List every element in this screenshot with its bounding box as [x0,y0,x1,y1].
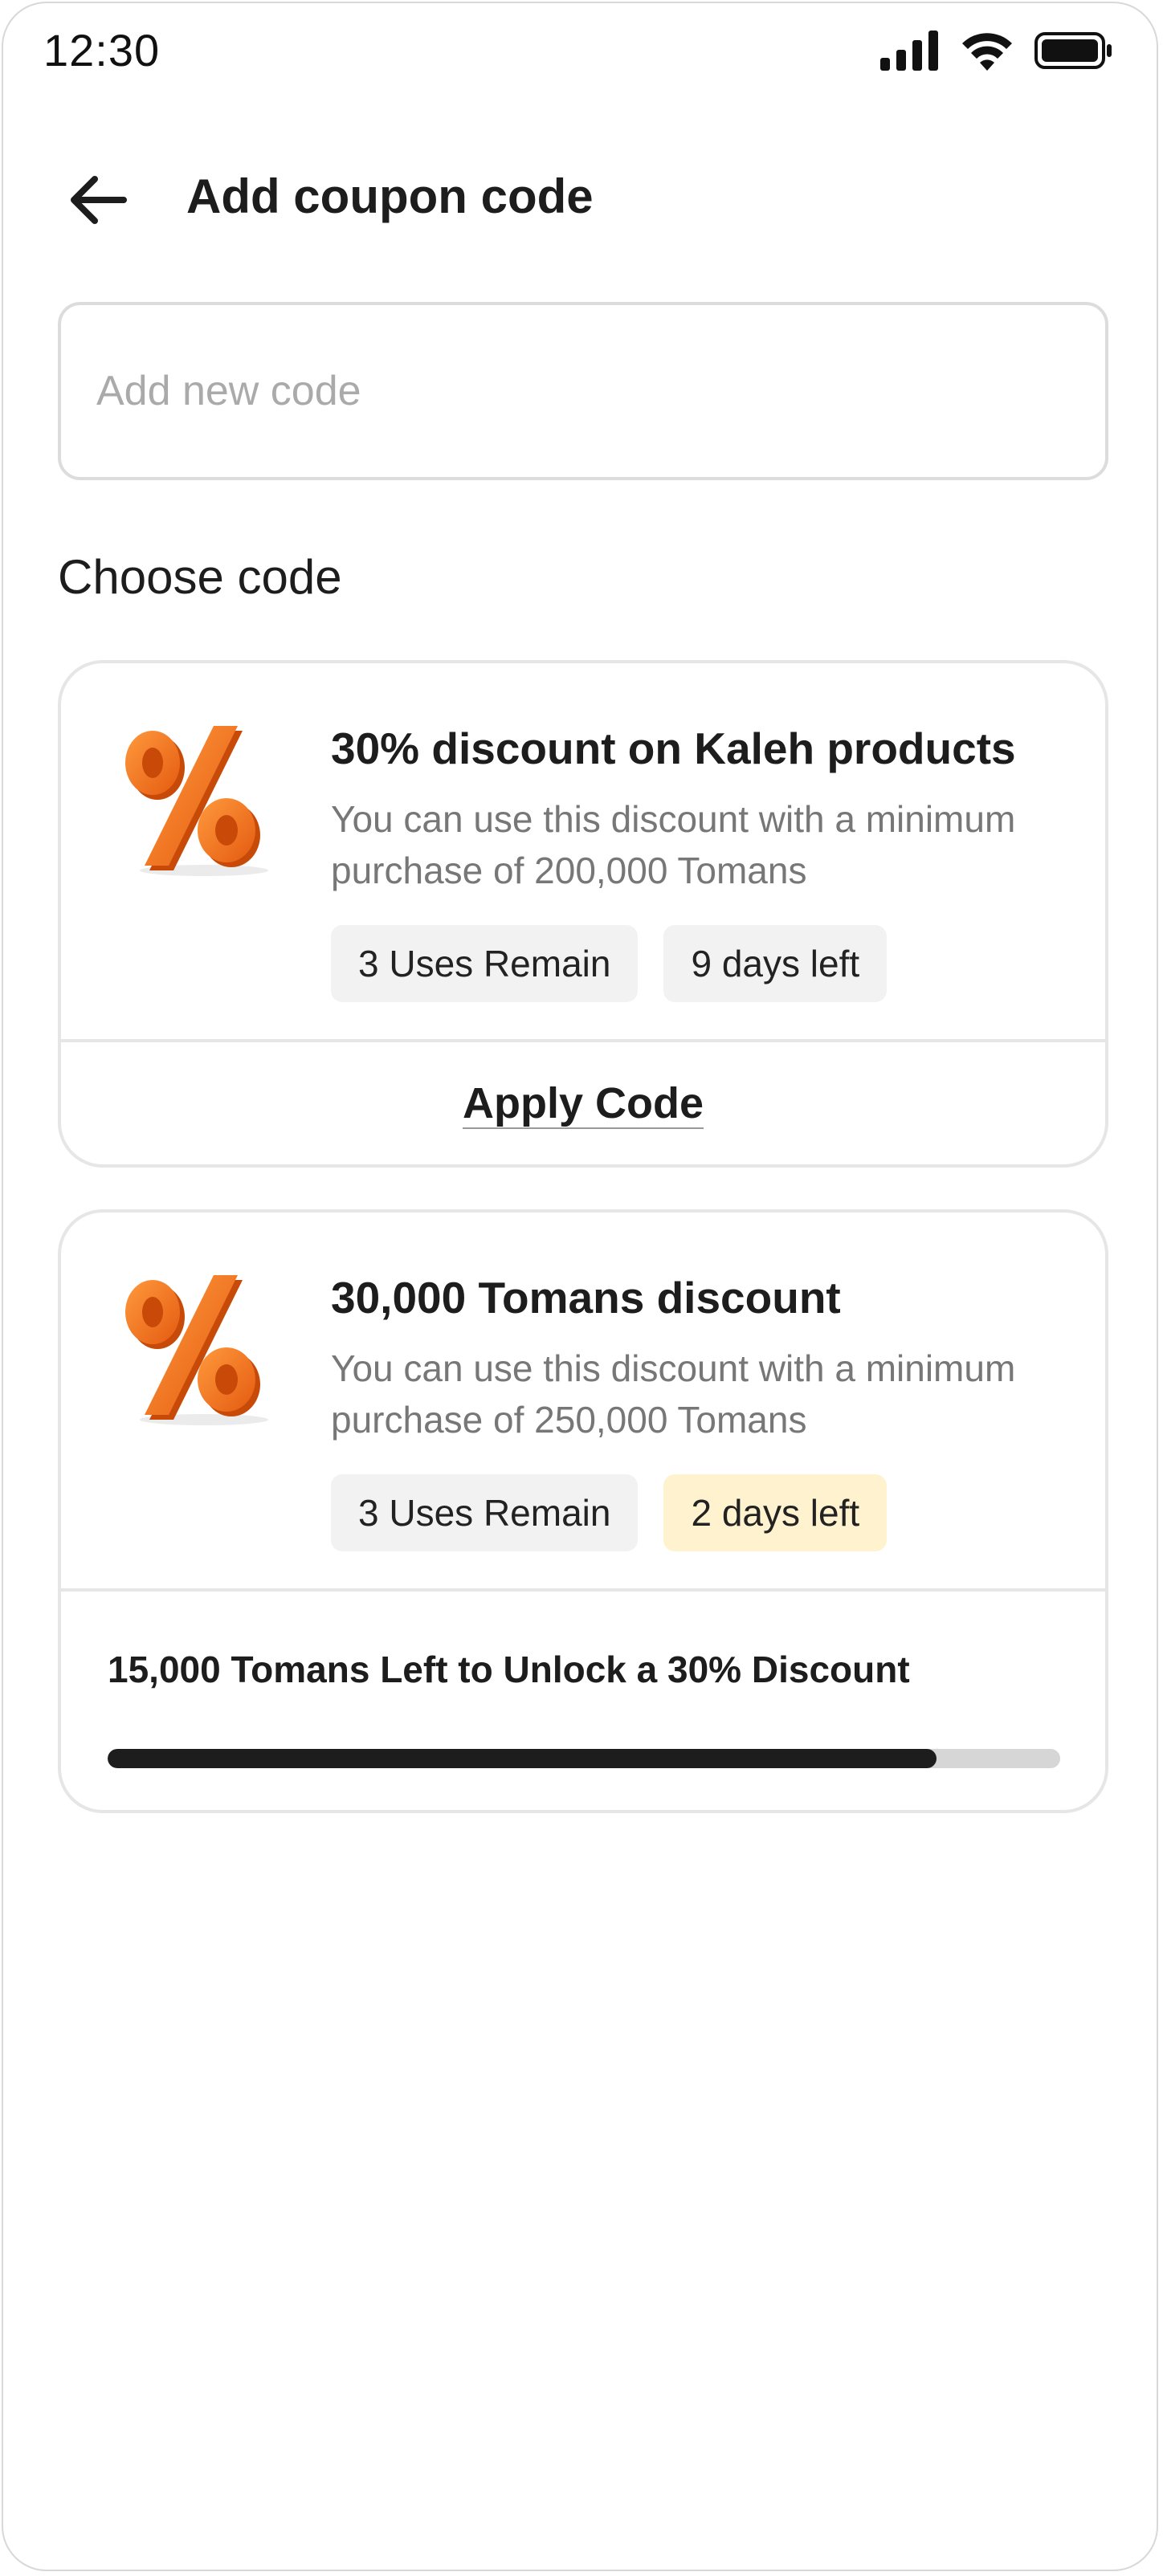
coupon-card-body: 30% discount on Kaleh products You can u… [61,663,1105,1039]
progress-bar-track [108,1749,1060,1768]
section-title: Choose code [58,550,342,604]
coupon-code-input[interactable] [58,302,1108,480]
unlock-progress: 15,000 Tomans Left to Unlock a 30% Disco… [61,1592,1105,1810]
coupon-chips: 3 Uses Remain 9 days left [331,925,888,1002]
days-left-badge: 2 days left [663,1474,888,1551]
progress-bar-fill [108,1749,937,1768]
page-title: Add coupon code [186,169,594,223]
unlock-progress-text: 15,000 Tomans Left to Unlock a 30% Disco… [108,1649,910,1690]
status-time: 12:30 [43,25,161,75]
apply-code-label: Apply Code [462,1079,704,1127]
battery-icon [1034,32,1112,69]
coupon-card: 30% discount on Kaleh products You can u… [58,660,1108,1168]
coupon-title: 30% discount on Kaleh products [331,723,1016,773]
coupon-card: 30,000 Tomans discount You can use this … [58,1209,1108,1813]
coupon-card-body: 30,000 Tomans discount You can use this … [61,1213,1105,1588]
phone-frame: 12:30 Add coupon code Choose code [2,2,1158,2571]
coupon-title: 30,000 Tomans discount [331,1273,841,1323]
back-button[interactable] [61,164,133,236]
uses-remaining-badge: 3 Uses Remain [331,1474,639,1551]
days-left-badge: 9 days left [663,925,888,1002]
status-icons [880,31,1113,71]
coupon-description: You can use this discount with a minimum… [331,1347,1016,1441]
cellular-signal-icon [880,31,938,71]
coupon-chips: 3 Uses Remain 2 days left [331,1474,888,1551]
uses-remaining-badge: 3 Uses Remain [331,925,639,1002]
percent-3d-icon [125,726,268,876]
arrow-left-icon [71,176,127,224]
wifi-icon [962,33,1012,71]
percent-3d-icon [125,1275,268,1425]
coupon-description: You can use this discount with a minimum… [331,798,1016,891]
apply-code-button[interactable]: Apply Code [61,1042,1105,1164]
